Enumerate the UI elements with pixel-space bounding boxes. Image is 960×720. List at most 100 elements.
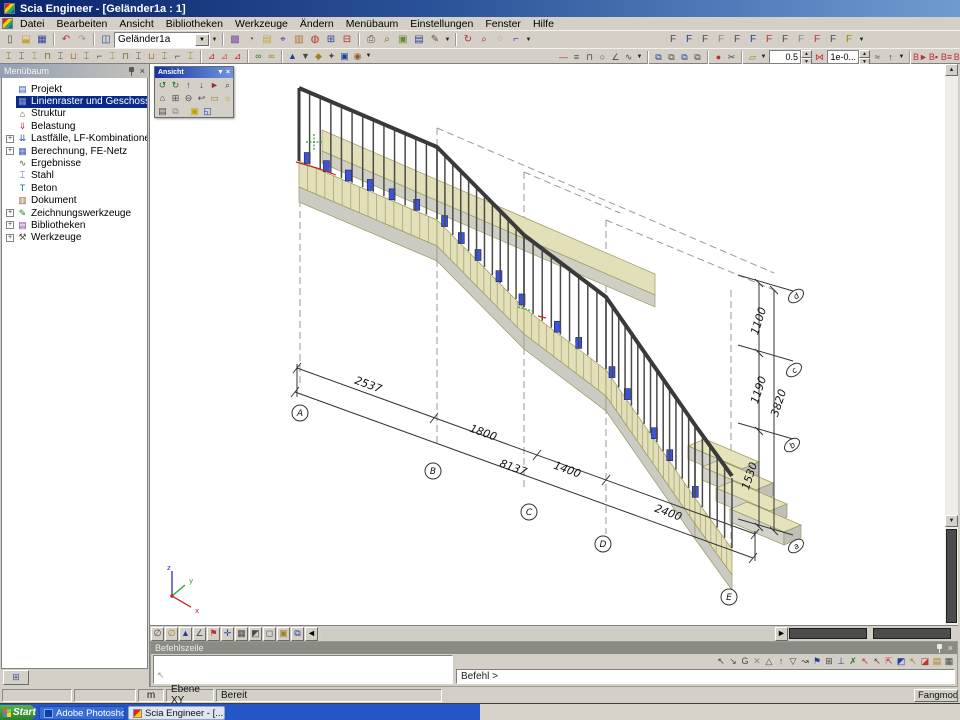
zoom-box-icon[interactable]: ▭ — [208, 92, 221, 104]
link-1-icon[interactable]: ∞ — [252, 49, 265, 63]
snap-raster-icon[interactable]: ⊞ — [823, 655, 835, 668]
scroll-down-icon[interactable]: ▼ — [945, 515, 958, 527]
profile-1-icon[interactable]: ⌶ — [2, 49, 15, 63]
zoom-lock-icon[interactable]: ⌕ — [221, 79, 234, 91]
dock-tab-button[interactable]: ⊞ — [3, 670, 29, 685]
clipboard-view-icon[interactable]: ▣ — [188, 105, 201, 117]
new-icon[interactable]: ▯ — [2, 32, 18, 47]
taskbar-item-photoshop[interactable]: Adobe Photoshop ... — [39, 706, 125, 720]
view-flag-4-icon[interactable]: F — [713, 32, 729, 47]
viewpoint-icon[interactable]: ▲ — [179, 627, 192, 641]
misc-5-icon[interactable]: ▣ — [338, 49, 351, 63]
bitmap-icon[interactable]: ▩ — [227, 32, 243, 47]
sidebar-item-stahl[interactable]: ⌶Stahl — [2, 170, 147, 182]
profile-2-icon[interactable]: ⌶ — [15, 49, 28, 63]
parallel-icon[interactable]: ≡ — [570, 50, 583, 64]
cursor-1-icon[interactable]: ↖ — [859, 655, 871, 668]
cursor-2-icon[interactable]: ↖ — [871, 655, 883, 668]
misc-6-icon[interactable]: ◉ — [351, 49, 364, 63]
snap-mid-icon[interactable]: △ — [763, 655, 775, 668]
menu-item-bibliotheken[interactable]: Bibliotheken — [160, 18, 229, 30]
close-icon[interactable]: × — [140, 67, 145, 76]
table-icon[interactable]: ▤ — [931, 655, 943, 668]
collapse-left-icon[interactable]: ◄ — [305, 627, 318, 641]
menu-item-menbaum[interactable]: Menübaum — [340, 18, 405, 30]
expand-icon[interactable]: + — [6, 147, 14, 155]
render-icon[interactable]: ◔ — [243, 32, 259, 47]
snap-off-icon[interactable]: ✕ — [751, 655, 763, 668]
start-button[interactable]: Start — [0, 705, 36, 720]
snap-grid-icon[interactable]: G — [739, 655, 751, 668]
scissors-icon[interactable]: ✂ — [725, 50, 738, 64]
snap-angle-icon[interactable]: ⋈ — [813, 50, 826, 64]
zoom-out-icon[interactable]: ⊖ — [182, 92, 195, 104]
menu-item-einstellungen[interactable]: Einstellungen — [404, 18, 479, 30]
menu-item-ansicht[interactable]: Ansicht — [113, 18, 159, 30]
sidebar-item-bibliotheken[interactable]: +▤Bibliotheken — [2, 219, 147, 231]
snap-end-icon[interactable]: ↑ — [775, 655, 787, 668]
select-icon[interactable]: ↖ — [715, 655, 727, 668]
profile-9-icon[interactable]: ⌶ — [106, 49, 119, 63]
sidebar-item-lastf-lle-lf-kombinationen[interactable]: +⇊Lastfälle, LF-Kombinationen — [2, 133, 147, 145]
filter-dropdown-icon[interactable]: ▼ — [897, 50, 906, 64]
cursor-6-icon[interactable]: ◪ — [919, 655, 931, 668]
save-icon[interactable]: ▦ — [34, 32, 50, 47]
profile-4-icon[interactable]: ⊓ — [41, 49, 54, 63]
bolt-4-icon[interactable]: B● — [953, 50, 960, 64]
command-input[interactable]: Befehl > — [456, 669, 955, 684]
cut-1-icon[interactable]: ⊿ — [205, 49, 218, 63]
link-2-icon[interactable]: ∞ — [265, 49, 278, 63]
layers-icon[interactable]: ⧉ — [291, 627, 304, 641]
output-dropdown-icon[interactable]: ▼ — [443, 33, 452, 47]
misc-4-icon[interactable]: ✦ — [325, 49, 338, 63]
view-flag-11-icon[interactable]: F — [825, 32, 841, 47]
horizontal-scroll-track[interactable] — [321, 628, 773, 640]
paste-alt-icon[interactable]: ⧉ — [691, 50, 704, 64]
circle-icon[interactable]: ○ — [596, 50, 609, 64]
draw-dropdown-icon[interactable]: ▼ — [635, 50, 644, 64]
misc-1-icon[interactable]: ▲ — [286, 49, 299, 63]
edit-icon[interactable]: ✎ — [427, 32, 443, 47]
ucs-alt-icon[interactable]: ∅ — [165, 627, 178, 641]
zoom-window-icon[interactable]: ⊞ — [169, 92, 182, 104]
view-flag-12-icon[interactable]: F — [841, 32, 857, 47]
rect-icon[interactable]: ⊓ — [583, 50, 596, 64]
status-plane[interactable]: Ebene XY — [166, 689, 214, 702]
dimension-icon[interactable]: ✛ — [221, 627, 234, 641]
horizontal-scroll-thumb-2[interactable] — [873, 628, 951, 639]
polyline-icon[interactable]: ∿ — [622, 50, 635, 64]
refresh-icon[interactable]: ↻ — [460, 32, 476, 47]
menu-item-datei[interactable]: Datei — [14, 18, 51, 30]
wand-icon[interactable]: ↑ — [884, 50, 897, 64]
profile-3-icon[interactable]: ⌶ — [28, 49, 41, 63]
profile-6-icon[interactable]: ⊔ — [67, 49, 80, 63]
book-icon[interactable]: ▤ — [259, 32, 275, 47]
pin-icon[interactable] — [127, 66, 136, 76]
expand-icon[interactable]: + — [6, 221, 14, 229]
cut-2-icon[interactable]: ⊿ — [218, 49, 231, 63]
taskbar-item-scia[interactable]: Scia Engineer - [... — [128, 706, 225, 720]
light-icon[interactable]: ☼ — [221, 92, 234, 104]
document-icon[interactable]: ▤ — [411, 32, 427, 47]
precision-up-icon[interactable]: ▲ — [859, 50, 870, 58]
rotate-right-icon[interactable]: ↻ — [169, 79, 182, 91]
project-combo[interactable]: Geländer1a ▼ — [114, 32, 210, 48]
bolt-1-icon[interactable]: B► — [914, 50, 927, 64]
menu-item-bearbeiten[interactable]: Bearbeiten — [51, 18, 114, 30]
angle-icon[interactable]: ∠ — [609, 50, 622, 64]
notes-icon[interactable]: ▥ — [291, 32, 307, 47]
sidebar-item-beton[interactable]: TBeton — [2, 182, 147, 194]
view-direction-icon[interactable]: ► — [208, 79, 221, 91]
copy-icon[interactable]: ⧉ — [652, 50, 665, 64]
project-dropdown-icon[interactable]: ▼ — [210, 33, 219, 47]
paste-icon[interactable]: ⧉ — [678, 50, 691, 64]
redo-icon[interactable]: ↷ — [74, 32, 90, 47]
scale-spinner[interactable]: 0.5 ▲▼ — [769, 50, 812, 64]
menu-item-fenster[interactable]: Fenster — [479, 18, 527, 30]
export-icon[interactable]: ▱ — [746, 50, 759, 64]
view-settings-icon[interactable]: ▣ — [277, 627, 290, 641]
view-flag-5-icon[interactable]: F — [729, 32, 745, 47]
cursor-5-icon[interactable]: ↖ — [907, 655, 919, 668]
model-viewport[interactable]: Ansicht ▼ × ↺↻↑↓►⌕ ⌂⊞⊖↩▭☼ ▤⧉▣◱ — [150, 64, 945, 625]
snap-point-icon[interactable]: ⚑ — [811, 655, 823, 668]
